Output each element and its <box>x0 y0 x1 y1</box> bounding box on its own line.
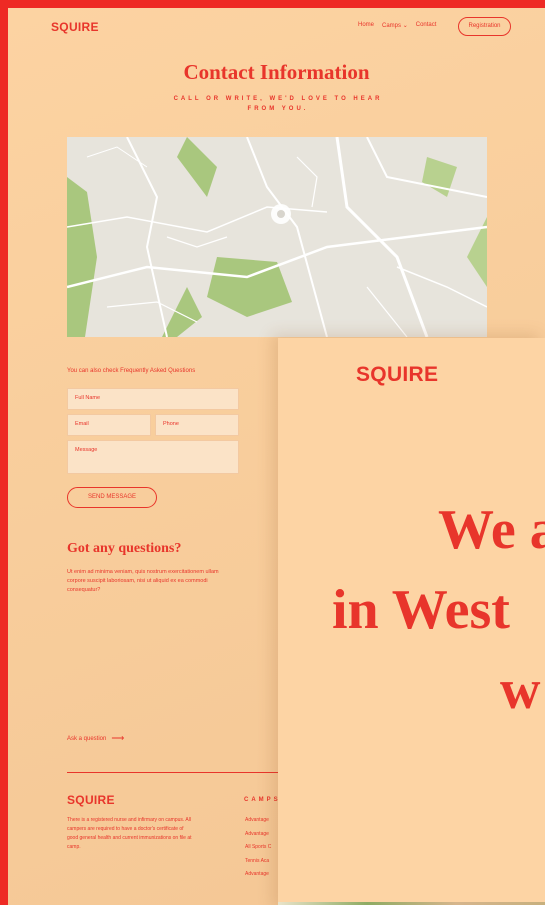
overlay-logo[interactable]: SQUIRE <box>356 363 438 387</box>
footer-camp-link[interactable]: Advantage <box>245 828 271 842</box>
nav-link-home[interactable]: Home <box>358 22 374 29</box>
top-nav: SQUIRE Home Camps ⌄ Contact Registration <box>8 8 545 46</box>
ask-question-label: Ask a question <box>67 735 107 742</box>
map-graphic <box>67 137 487 337</box>
message-field[interactable]: Message <box>67 440 239 474</box>
chevron-down-icon: ⌄ <box>402 23 408 29</box>
nav-link-camps-label: Camps <box>382 23 402 29</box>
footer-camps-heading: CAMPS <box>244 797 281 803</box>
questions-title: Got any questions? <box>67 541 182 556</box>
nav-logo[interactable]: SQUIRE <box>51 20 99 34</box>
footer-text: There is a registered nurse and infirmar… <box>67 817 192 850</box>
location-map[interactable] <box>67 137 487 337</box>
registration-button[interactable]: Registration <box>458 17 511 36</box>
ask-question-link[interactable]: Ask a question ⟶ <box>67 733 124 744</box>
send-message-button[interactable]: SEND MESSAGE <box>67 487 157 508</box>
footer-camp-link[interactable]: Advantage <box>245 814 271 828</box>
questions-body: Ut enim ad minima veniam, quis nostrum e… <box>67 569 219 593</box>
nav-link-contact[interactable]: Contact <box>416 22 437 29</box>
homepage-preview-panel: SQUIRE We a in West w <box>278 338 545 905</box>
footer-camps-list: Advantage Advantage All Sports C Tennis … <box>245 814 271 882</box>
footer-camp-link[interactable]: Advantage <box>245 868 271 882</box>
page-title: Contact Information <box>183 60 370 84</box>
footer-logo[interactable]: SQUIRE <box>67 793 115 807</box>
hero-line-1: We a <box>438 499 545 561</box>
page-subtitle: CALL OR WRITE, WE'D LOVE TO HEAR FROM YO… <box>173 96 383 112</box>
page-frame: SQUIRE Home Camps ⌄ Contact Registration… <box>8 8 545 905</box>
full-name-field[interactable]: Full Name <box>67 388 239 410</box>
hero-line-2: in West <box>332 579 510 641</box>
hero-line-3: w <box>500 659 541 721</box>
arrow-right-icon: ⟶ <box>111 733 125 743</box>
email-field[interactable]: Email <box>67 414 151 436</box>
footer-divider <box>67 772 297 773</box>
nav-links: Home Camps ⌄ Contact <box>358 22 436 29</box>
nav-link-camps[interactable]: Camps ⌄ <box>382 22 408 29</box>
footer-camp-link[interactable]: All Sports C <box>245 841 271 855</box>
faq-note[interactable]: You can also check Frequently Asked Ques… <box>67 368 195 374</box>
phone-field[interactable]: Phone <box>155 414 239 436</box>
footer-camp-link[interactable]: Tennis Aca <box>245 855 271 869</box>
